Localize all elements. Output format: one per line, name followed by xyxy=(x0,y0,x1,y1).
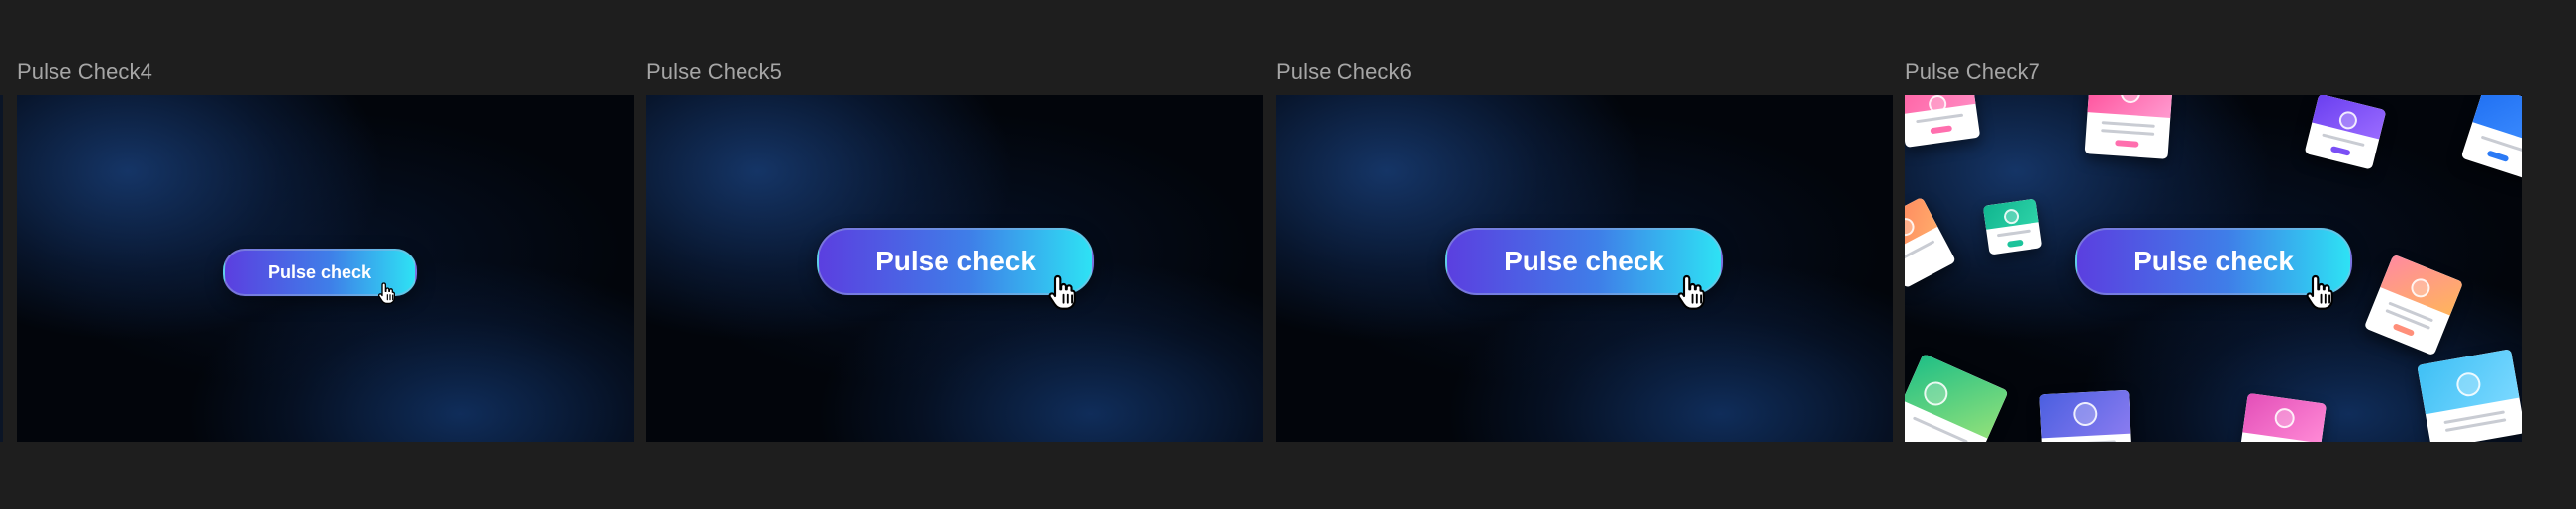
survey-card-purple xyxy=(2304,95,2387,170)
frame-label-pulse-check7[interactable]: Pulse Check7 xyxy=(1905,59,2040,85)
survey-card-orange xyxy=(2363,254,2464,356)
survey-card-cyan xyxy=(2417,349,2522,442)
frame-pulse-check7[interactable]: Pulse check xyxy=(1905,95,2522,442)
design-canvas[interactable]: Pulse Check4 Pulse check Pulse Check5 Pu… xyxy=(0,0,2576,509)
pulse-check-button-label: Pulse check xyxy=(267,261,372,282)
frame-pulse-check4[interactable]: Pulse check xyxy=(17,95,634,442)
survey-card-pink xyxy=(1905,95,1981,148)
pulse-check-button-label: Pulse check xyxy=(1504,246,1664,276)
survey-card-magenta xyxy=(2238,392,2328,442)
survey-card-teal xyxy=(1982,198,2043,255)
pointing-hand-cursor-icon xyxy=(1048,274,1076,310)
pointing-hand-cursor-icon xyxy=(377,282,395,305)
pulse-check-button-label: Pulse check xyxy=(875,246,1036,276)
survey-card-blue xyxy=(2460,95,2522,179)
pointing-hand-cursor-icon xyxy=(1677,274,1705,310)
frame-pulse-check5[interactable]: Pulse check xyxy=(646,95,1263,442)
pointing-hand-cursor-icon xyxy=(2306,274,2333,310)
frame-label-pulse-check6[interactable]: Pulse Check6 xyxy=(1276,59,1412,85)
survey-card-indigo xyxy=(2039,389,2132,442)
frame-label-pulse-check5[interactable]: Pulse Check5 xyxy=(646,59,782,85)
previous-frame-edge[interactable] xyxy=(0,95,3,442)
pulse-check-button-label: Pulse check xyxy=(2133,246,2294,276)
survey-card-pink xyxy=(2084,95,2173,159)
survey-card-green xyxy=(1905,353,2009,442)
frame-pulse-check6[interactable]: Pulse check xyxy=(1276,95,1893,442)
survey-card-orange xyxy=(1905,196,1956,289)
frame-label-pulse-check4[interactable]: Pulse Check4 xyxy=(17,59,152,85)
